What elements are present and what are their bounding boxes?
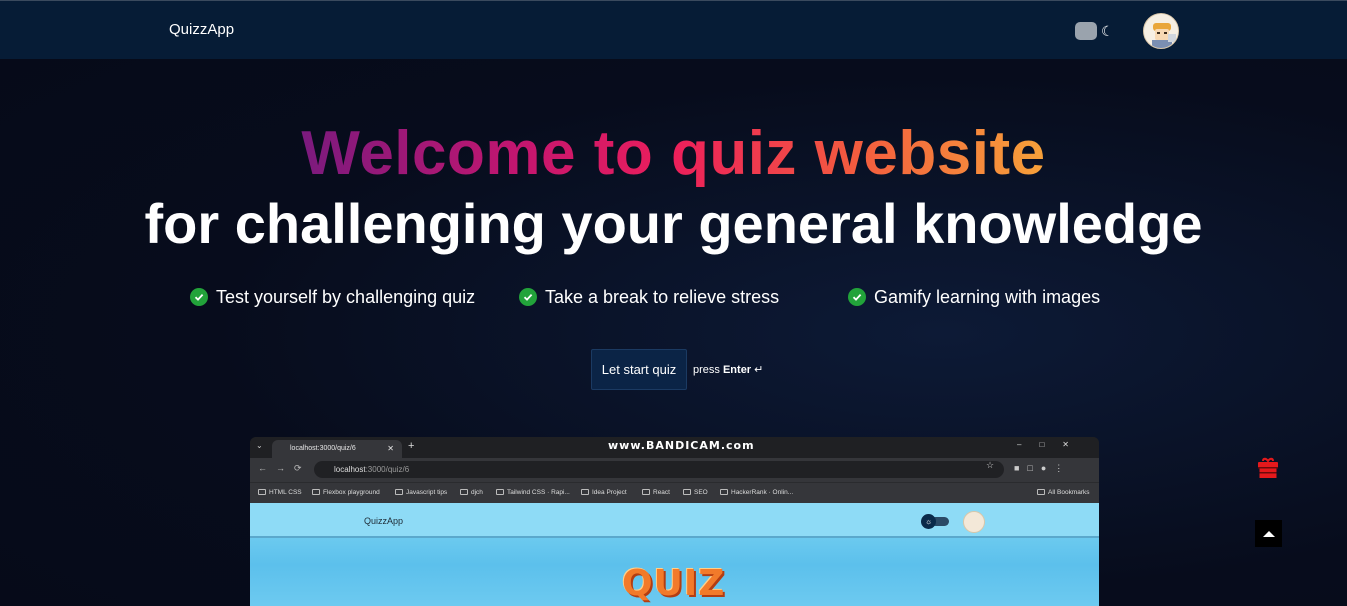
- theme-toggle[interactable]: ☾: [1075, 22, 1119, 40]
- window-controls-icon: –□✕: [1017, 440, 1087, 449]
- arrow-up-icon: [1262, 530, 1275, 537]
- start-quiz-button[interactable]: Let start quiz: [591, 349, 687, 390]
- hero-subtitle: for challenging your general knowledge: [144, 192, 1203, 255]
- bookmark-item: All Bookmarks: [1037, 489, 1090, 496]
- folder-icon: [581, 489, 589, 495]
- preview-browser-screenshot: ⌄ localhost:3000/quiz/6 ✕ + www.BANDICAM…: [250, 437, 1099, 606]
- bookmark-item: React: [642, 489, 670, 496]
- brand-logo[interactable]: QuizzApp: [169, 21, 234, 38]
- feature-label: Test yourself by challenging quiz: [216, 286, 476, 307]
- close-icon: ✕: [387, 444, 394, 453]
- google-icon: [460, 489, 468, 495]
- user-avatar-icon: [1144, 14, 1178, 48]
- star-icon: ☆: [986, 460, 995, 470]
- bookmark-item: Flexbox playground: [312, 489, 380, 496]
- preview-tab-strip: ⌄ localhost:3000/quiz/6 ✕ + www.BANDICAM…: [250, 437, 1099, 458]
- preview-tab-title: localhost:3000/quiz/6: [290, 445, 356, 452]
- preview-tab: localhost:3000/quiz/6 ✕: [272, 440, 402, 458]
- moon-icon: ☾: [1101, 23, 1114, 39]
- folder-icon: [258, 489, 266, 495]
- bookmark-item: djch: [460, 489, 483, 496]
- avatar[interactable]: [1143, 13, 1179, 49]
- preview-url: localhost:3000/quiz/6: [314, 461, 1004, 478]
- preview-theme-toggle: ☼: [921, 514, 949, 529]
- folder-icon: [642, 489, 650, 495]
- hero-title: Welcome to quiz website: [301, 119, 1046, 188]
- bookmark-item: HTML CSS: [258, 489, 302, 496]
- toggle-track: [1075, 22, 1097, 40]
- watermark: www.BANDICAM.com: [608, 439, 755, 452]
- feature-item: Gamify learning with images: [848, 285, 1100, 309]
- url-host: localhost: [334, 465, 366, 474]
- folder-icon: [312, 489, 320, 495]
- check-circle-icon: [519, 288, 537, 306]
- preview-quiz-logo: QUIZ: [622, 563, 726, 604]
- tab-menu-icon: ⌄: [256, 441, 263, 450]
- preview-page: QuizzApp ☼ QUIZ: [250, 503, 1099, 606]
- enter-key-label: Enter: [722, 364, 752, 376]
- check-circle-icon: [848, 288, 866, 306]
- hackerrank-icon: [720, 489, 728, 495]
- bookmark-item: Idea Project: [581, 489, 627, 496]
- feature-label: Gamify learning with images: [874, 286, 1101, 307]
- nav-arrows-icon: ←→⟳: [258, 463, 311, 473]
- scroll-to-top-button[interactable]: [1255, 520, 1282, 547]
- sun-icon: ☼: [921, 514, 936, 529]
- feature-label: Take a break to relieve stress: [545, 286, 780, 307]
- check-circle-icon: [190, 288, 208, 306]
- feature-item: Test yourself by challenging quiz: [190, 285, 475, 309]
- top-navbar: QuizzApp ☾: [0, 0, 1347, 59]
- preview-address-bar: ←→⟳ localhost:3000/quiz/6 ☆ ■□●⋮: [250, 458, 1099, 482]
- gift-icon[interactable]: [1256, 456, 1280, 480]
- folder-icon: [683, 489, 691, 495]
- press-prefix: press: [693, 364, 720, 376]
- preview-brand: QuizzApp: [364, 516, 404, 526]
- keyboard-hint: press Enter ↵: [693, 363, 763, 376]
- bookmark-item: Javascript tips: [395, 489, 447, 496]
- feature-item: Take a break to relieve stress: [519, 285, 779, 309]
- bookmark-item: SEO: [683, 489, 708, 496]
- bookmark-item: Tailwind CSS · Rapi...: [496, 489, 570, 496]
- folder-icon: [1037, 489, 1045, 495]
- folder-icon: [395, 489, 403, 495]
- enter-key-icon: ↵: [754, 364, 764, 376]
- bookmark-item: HackerRank · Onlin...: [720, 489, 793, 496]
- tailwind-icon: [496, 489, 504, 495]
- preview-bookmarks-bar: HTML CSS Flexbox playground Javascript t…: [250, 482, 1099, 503]
- new-tab-icon: +: [408, 440, 415, 452]
- browser-toolbar-icons: ■□●⋮: [1014, 463, 1072, 473]
- url-path: :3000/quiz/6: [365, 465, 410, 474]
- preview-navbar: QuizzApp ☼: [250, 503, 1099, 538]
- preview-avatar: [963, 511, 985, 533]
